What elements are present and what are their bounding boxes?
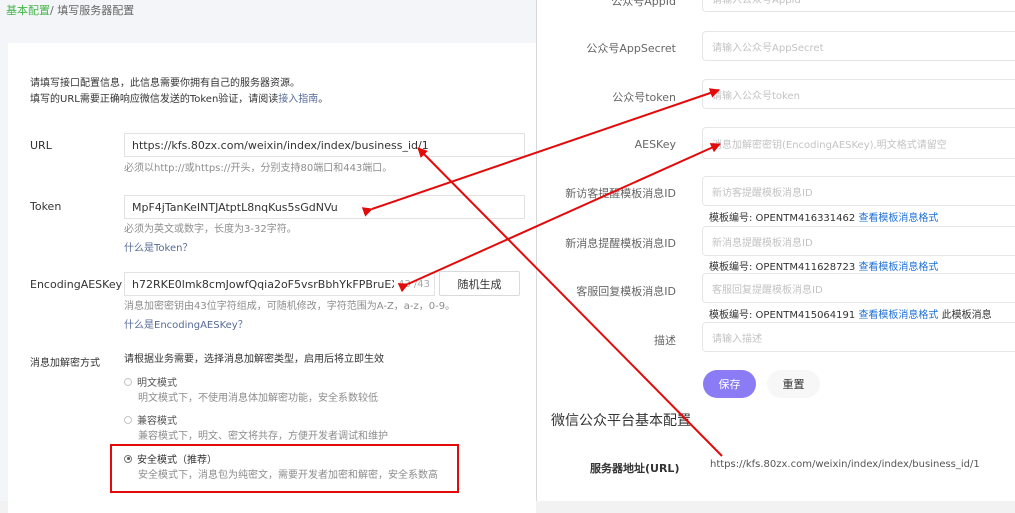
breadcrumb-current: 填写服务器配置 <box>57 4 135 17</box>
radio-plaintext-mode[interactable]: 明文模式 <box>124 374 177 389</box>
intro-text: 请填写接口配置信息，此信息需要你拥有自己的服务器资源。 填写的URL需要正确响应… <box>30 76 328 108</box>
description-input[interactable]: 请输入描述 <box>702 322 1015 352</box>
breadcrumb: 基本配置/ 填写服务器配置 <box>6 2 134 18</box>
public-token-label: 公众号token <box>612 91 676 104</box>
radio-circle[interactable] <box>124 415 132 424</box>
view-template-link[interactable]: 查看模板消息格式 <box>858 262 938 273</box>
reply-template-info: 模板编号: OPENTM415064191 查看模板消息格式 此模板消息 <box>709 306 992 321</box>
appid-label: 公众号AppId <box>611 0 676 8</box>
section-title: 微信公众平台基本配置 <box>551 413 691 429</box>
server-url-label: 服务器地址(URL) <box>590 462 680 475</box>
public-token-input[interactable]: 请输入公众号token <box>702 79 1015 109</box>
new-message-input[interactable]: 新消息提醒模板消息ID <box>702 226 1015 256</box>
highlight-box <box>110 444 459 493</box>
new-message-template-info: 模板编号: OPENTM411628723 查看模板消息格式 <box>709 258 938 273</box>
reset-button[interactable]: 重置 <box>767 370 820 398</box>
reply-label: 客服回复模板消息ID <box>576 285 676 298</box>
intro-line-2-end: 。 <box>318 94 329 105</box>
save-button[interactable]: 保存 <box>703 370 756 398</box>
url-hint: 必须以http://或https://开头，分别支持80端口和443端口。 <box>124 163 393 174</box>
new-message-label: 新消息提醒模板消息ID <box>565 237 676 250</box>
generate-key-button[interactable]: 随机生成 <box>439 271 520 296</box>
what-is-aeskey-link[interactable]: 什么是EncodingAESKey？ <box>124 316 248 331</box>
appsecret-input[interactable]: 请输入公众号AppSecret <box>702 31 1015 61</box>
access-guide-link[interactable]: 接入指南 <box>278 94 318 105</box>
token-hint: 必须为英文或数字，长度为3-32字符。 <box>124 224 297 235</box>
template-code: 模板编号: OPENTM411628723 <box>709 262 859 273</box>
intro-line-2: 填写的URL需要正确响应微信发送的Token验证，请阅读接入指南。 <box>30 92 328 108</box>
url-input[interactable]: https://kfs.80zx.com/weixin/index/index/… <box>124 133 525 157</box>
option-desc: 兼容模式下，明文、密文将共存，方便开发者调试和维护 <box>138 431 388 442</box>
aeskey-counter: 43 /43 <box>398 278 430 290</box>
description-label: 描述 <box>654 334 676 347</box>
intro-line-2-text: 填写的URL需要正确响应微信发送的Token验证，请阅读 <box>30 94 279 105</box>
template-code: 模板编号: OPENTM416331462 <box>709 213 859 224</box>
breadcrumb-home-link[interactable]: 基本配置 <box>6 4 50 17</box>
aeskey-label: EncodingAESKey <box>30 278 123 291</box>
radio-compatible-mode[interactable]: 兼容模式 <box>124 412 177 427</box>
server-url-value: https://kfs.80zx.com/weixin/index/index/… <box>710 459 980 470</box>
option-desc: 明文模式下，不使用消息体加解密功能，安全系数较低 <box>138 393 378 404</box>
public-aeskey-label: AESKey <box>634 138 676 151</box>
token-input[interactable]: MpF4jTanKeINTJAtptL8nqKus5sGdNVu <box>124 195 525 219</box>
public-aeskey-input[interactable]: 消息加解密密钥(EncodingAESKey),明文格式请留空 <box>702 127 1015 159</box>
template-code: 模板编号: OPENTM415064191 <box>709 310 859 321</box>
what-is-token-link[interactable]: 什么是Token？ <box>124 239 192 254</box>
aeskey-value: h72RKE0lmk8cmJowfQqia2oF5vsrBbhYkFPBruEX… <box>132 277 394 291</box>
option-title: 明文模式 <box>137 378 177 389</box>
appid-input[interactable]: 请输入公众号AppId <box>702 0 1015 12</box>
aeskey-input[interactable]: h72RKE0lmk8cmJowfQqia2oF5vsrBbhYkFPBruEX… <box>124 272 435 296</box>
view-template-link[interactable]: 查看模板消息格式 <box>858 310 938 321</box>
new-visitor-template-info: 模板编号: OPENTM416331462 查看模板消息格式 <box>709 209 938 224</box>
intro-line-1: 请填写接口配置信息，此信息需要你拥有自己的服务器资源。 <box>30 78 300 89</box>
url-label: URL <box>30 139 52 152</box>
view-template-link[interactable]: 查看模板消息格式 <box>858 213 938 224</box>
token-label: Token <box>30 200 62 213</box>
aeskey-hint: 消息加密密钥由43位字符组成，可随机修改，字符范围为A-Z，a-z，0-9。 <box>124 301 456 312</box>
option-title: 兼容模式 <box>137 416 177 427</box>
new-visitor-input[interactable]: 新访客提醒模板消息ID <box>702 176 1015 206</box>
encryption-label: 消息加解密方式 <box>30 358 100 369</box>
new-visitor-label: 新访客提醒模板消息ID <box>565 187 676 200</box>
encryption-description: 请根据业务需要，选择消息加解密类型，启用后将立即生效 <box>124 354 384 365</box>
radio-circle[interactable] <box>124 377 132 386</box>
appsecret-label: 公众号AppSecret <box>586 42 676 55</box>
reply-input[interactable]: 客服回复提醒模板消息ID <box>702 273 1015 303</box>
template-suffix: 此模板消息 <box>938 310 992 321</box>
